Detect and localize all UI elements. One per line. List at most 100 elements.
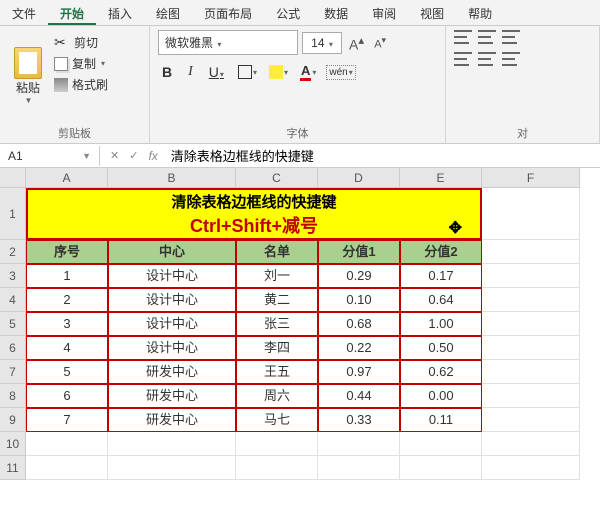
align-right-button[interactable] [502, 52, 520, 66]
table-cell[interactable]: 0.62 [400, 360, 482, 384]
table-cell[interactable]: 0.22 [318, 336, 400, 360]
table-cell[interactable]: 设计中心 [108, 336, 236, 360]
row-header-9[interactable]: 9 [0, 408, 26, 432]
menu-view[interactable]: 视图 [408, 0, 456, 25]
table-cell[interactable]: 0.97 [318, 360, 400, 384]
table-cell[interactable]: 1.00 [400, 312, 482, 336]
italic-button[interactable]: I [184, 62, 197, 82]
table-cell[interactable]: 0.68 [318, 312, 400, 336]
font-color-button[interactable]: A▾ [298, 61, 318, 83]
table-cell[interactable]: 设计中心 [108, 264, 236, 288]
phonetic-button[interactable]: wén▾ [326, 65, 355, 80]
menu-help[interactable]: 帮助 [456, 0, 504, 25]
table-cell[interactable]: 刘一 [236, 264, 318, 288]
paste-button[interactable]: 粘贴 ▼ [8, 30, 48, 122]
underline-button[interactable]: U▾ [205, 62, 228, 82]
decrease-font-button[interactable]: A▾ [371, 33, 389, 53]
increase-font-button[interactable]: A▴ [346, 31, 367, 55]
table-header[interactable]: 中心 [108, 240, 236, 264]
bold-button[interactable]: B [158, 62, 176, 82]
col-header-E[interactable]: E [400, 168, 482, 188]
table-header[interactable]: 序号 [26, 240, 108, 264]
table-cell[interactable]: 7 [26, 408, 108, 432]
table-cell[interactable]: 马七 [236, 408, 318, 432]
font-size-select[interactable]: 14 ▾ [302, 32, 342, 54]
copy-button[interactable]: 复制 ▾ [54, 55, 108, 72]
align-top-button[interactable] [454, 30, 472, 44]
row-header-6[interactable]: 6 [0, 336, 26, 360]
table-cell[interactable]: 0.50 [400, 336, 482, 360]
row-header-2[interactable]: 2 [0, 240, 26, 264]
menu-home[interactable]: 开始 [48, 0, 96, 25]
table-cell[interactable]: 0.11 [400, 408, 482, 432]
table-header-row: 序号 中心 名单 分值1 分值2 [26, 240, 482, 264]
align-left-button[interactable] [454, 52, 472, 66]
row-header-11[interactable]: 11 [0, 456, 26, 480]
borders-button[interactable]: ▾ [236, 63, 259, 81]
table-cell[interactable]: 周六 [236, 384, 318, 408]
fill-color-button[interactable]: ▾ [267, 63, 290, 81]
col-header-B[interactable]: B [108, 168, 236, 188]
table-cell[interactable]: 0.64 [400, 288, 482, 312]
formula-input[interactable] [168, 145, 600, 166]
align-middle-button[interactable] [478, 30, 496, 44]
align-center-button[interactable] [478, 52, 496, 66]
row-header-5[interactable]: 5 [0, 312, 26, 336]
confirm-formula-button[interactable]: ✓ [129, 149, 138, 162]
align-group-label: 对 [454, 122, 591, 141]
menu-page-layout[interactable]: 页面布局 [192, 0, 264, 25]
banner-cell[interactable]: 清除表格边框线的快捷键 Ctrl+Shift+减号 ✥ [26, 188, 482, 240]
col-header-A[interactable]: A [26, 168, 108, 188]
table-row: 1设计中心刘一0.290.17 [26, 264, 482, 288]
table-cell[interactable]: 6 [26, 384, 108, 408]
table-cell[interactable]: 5 [26, 360, 108, 384]
col-header-C[interactable]: C [236, 168, 318, 188]
table-cell[interactable]: 王五 [236, 360, 318, 384]
table-cell[interactable]: 设计中心 [108, 288, 236, 312]
align-bottom-button[interactable] [502, 30, 520, 44]
menu-formulas[interactable]: 公式 [264, 0, 312, 25]
menu-draw[interactable]: 绘图 [144, 0, 192, 25]
menu-review[interactable]: 审阅 [360, 0, 408, 25]
col-header-F[interactable]: F [482, 168, 580, 188]
cancel-formula-button[interactable]: ✕ [110, 149, 119, 162]
table-cell[interactable]: 0.00 [400, 384, 482, 408]
row-header-10[interactable]: 10 [0, 432, 26, 456]
table-cell[interactable]: 4 [26, 336, 108, 360]
row-header-8[interactable]: 8 [0, 384, 26, 408]
table-header[interactable]: 分值2 [400, 240, 482, 264]
menu-insert[interactable]: 插入 [96, 0, 144, 25]
row-header-7[interactable]: 7 [0, 360, 26, 384]
row-header-3[interactable]: 3 [0, 264, 26, 288]
fx-icon[interactable]: fx [148, 149, 157, 163]
row-header-4[interactable]: 4 [0, 288, 26, 312]
menu-file[interactable]: 文件 [0, 0, 48, 25]
select-all-corner[interactable] [0, 168, 26, 188]
name-box[interactable]: A1 ▼ [0, 146, 100, 166]
table-cell[interactable]: 0.33 [318, 408, 400, 432]
table-cell[interactable]: 研发中心 [108, 384, 236, 408]
table-cell[interactable]: 3 [26, 312, 108, 336]
table-cell[interactable]: 0.29 [318, 264, 400, 288]
font-name-select[interactable]: 微软雅黑 ▾ [158, 30, 298, 55]
table-row: 5研发中心王五0.970.62 [26, 360, 482, 384]
menu-data[interactable]: 数据 [312, 0, 360, 25]
table-header[interactable]: 名单 [236, 240, 318, 264]
row-header-1[interactable]: 1 [0, 188, 26, 240]
table-cell[interactable]: 张三 [236, 312, 318, 336]
table-header[interactable]: 分值1 [318, 240, 400, 264]
table-cell[interactable]: 李四 [236, 336, 318, 360]
table-cell[interactable]: 设计中心 [108, 312, 236, 336]
format-painter-button[interactable]: 格式刷 [54, 76, 108, 93]
cell-grid[interactable]: 清除表格边框线的快捷键 Ctrl+Shift+减号 ✥ 序号 中心 名单 分值1… [26, 188, 600, 528]
table-cell[interactable]: 1 [26, 264, 108, 288]
table-cell[interactable]: 研发中心 [108, 408, 236, 432]
table-cell[interactable]: 0.17 [400, 264, 482, 288]
table-cell[interactable]: 0.10 [318, 288, 400, 312]
col-header-D[interactable]: D [318, 168, 400, 188]
table-cell[interactable]: 研发中心 [108, 360, 236, 384]
table-cell[interactable]: 0.44 [318, 384, 400, 408]
table-cell[interactable]: 2 [26, 288, 108, 312]
cut-button[interactable]: ✂ 剪切 [54, 34, 108, 51]
table-cell[interactable]: 黄二 [236, 288, 318, 312]
